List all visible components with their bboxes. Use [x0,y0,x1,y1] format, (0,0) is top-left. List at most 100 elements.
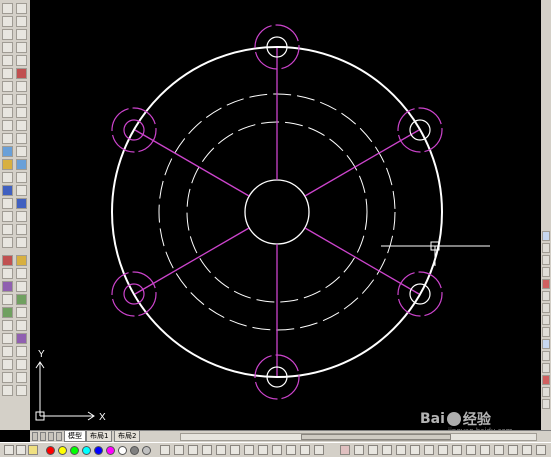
osnap-midpoint-button[interactable] [16,94,27,105]
snap-tool-button-2[interactable] [174,445,184,455]
color-tool-button-3[interactable] [28,445,38,455]
tab-first-arrow-icon[interactable] [32,432,38,441]
osnap-intersection-button[interactable] [16,107,27,118]
construction-line-button[interactable] [2,16,13,27]
circle-button[interactable] [2,81,13,92]
right-tool-button-8[interactable] [542,315,550,325]
fillet-button[interactable] [16,55,27,66]
right-tool-button-12[interactable] [542,363,550,373]
tab-model[interactable]: 模型 [64,431,86,442]
tab-next-arrow-icon[interactable] [48,432,54,441]
table-button[interactable] [2,224,13,235]
status-tool-button-14[interactable] [522,445,532,455]
status-tool-button-15[interactable] [536,445,546,455]
status-tool-button-5[interactable] [396,445,406,455]
horizontal-scrollbar-thumb[interactable] [301,434,451,440]
tab-prev-arrow-icon[interactable] [40,432,46,441]
color-tool-button-2[interactable] [16,445,26,455]
dim-baseline-button[interactable] [16,320,27,331]
snap-tool-button-10[interactable] [286,445,296,455]
spline-button[interactable] [2,107,13,118]
status-tool-button-13[interactable] [508,445,518,455]
mtext-button[interactable] [2,237,13,248]
drawing-canvas[interactable]: Y X [30,0,541,430]
array-button[interactable] [2,307,13,318]
dim-linear-button[interactable] [16,255,27,266]
snap-tool-button-11[interactable] [300,445,310,455]
right-tool-button-9[interactable] [542,327,550,337]
revcloud-button[interactable] [2,94,13,105]
dim-angular-button[interactable] [16,307,27,318]
chamfer-button[interactable] [16,42,27,53]
right-tool-button-14[interactable] [542,387,550,397]
tab-layout2[interactable]: 布局2 [114,431,141,442]
hatch-button[interactable] [2,185,13,196]
color-swatch-yellow[interactable] [58,446,67,455]
tab-layout1[interactable]: 布局1 [86,431,113,442]
copy-button[interactable] [2,268,13,279]
status-tool-button-3[interactable] [368,445,378,455]
rectangle-button[interactable] [2,55,13,66]
leader-button[interactable] [16,346,27,357]
status-tool-button-10[interactable] [466,445,476,455]
dim-aligned-button[interactable] [16,268,27,279]
status-tool-button-11[interactable] [480,445,490,455]
right-tool-button-10[interactable] [542,339,550,349]
offset-button[interactable] [2,294,13,305]
right-tool-button-1[interactable] [542,231,550,241]
line-tool-button[interactable] [2,3,13,14]
right-tool-button-5[interactable] [542,279,550,289]
snap-tool-button-1[interactable] [160,445,170,455]
color-swatch-white[interactable] [118,446,127,455]
break-at-point-button[interactable] [16,3,27,14]
status-tool-button-8[interactable] [438,445,448,455]
status-tool-button-6[interactable] [410,445,420,455]
explode-button[interactable] [16,68,27,79]
ellipse-arc-button[interactable] [2,133,13,144]
status-tool-button-7[interactable] [424,445,434,455]
snap-tool-button-12[interactable] [314,445,324,455]
color-swatch-blue[interactable] [94,446,103,455]
osnap-nearest-button[interactable] [16,211,27,222]
snap-tool-button-3[interactable] [188,445,198,455]
ellipse-button[interactable] [2,120,13,131]
osnap-quadrant-button[interactable] [16,133,27,144]
right-tool-button-3[interactable] [542,255,550,265]
osnap-endpoint-button[interactable] [16,81,27,92]
tolerance-button[interactable] [16,359,27,370]
status-tool-button-1[interactable] [340,445,350,455]
right-tool-button-13[interactable] [542,375,550,385]
dim-radius-button[interactable] [16,281,27,292]
right-tool-button-15[interactable] [542,399,550,409]
color-swatch-cyan[interactable] [82,446,91,455]
join-button[interactable] [16,29,27,40]
dim-continue-button[interactable] [16,333,27,344]
osnap-parallel-button[interactable] [16,172,27,183]
scale-button[interactable] [2,346,13,357]
mirror-button[interactable] [2,281,13,292]
snap-tool-button-4[interactable] [202,445,212,455]
tab-last-arrow-icon[interactable] [56,432,62,441]
right-tool-button-4[interactable] [542,267,550,277]
status-tool-button-2[interactable] [354,445,364,455]
osnap-perpendicular-button[interactable] [16,159,27,170]
color-swatch-lightgray[interactable] [142,446,151,455]
trim-button[interactable] [2,372,13,383]
gradient-button[interactable] [2,198,13,209]
break-button[interactable] [16,16,27,27]
osnap-none-button[interactable] [16,224,27,235]
center-mark-button[interactable] [16,372,27,383]
polygon-button[interactable] [2,42,13,53]
right-tool-button-11[interactable] [542,351,550,361]
snap-tool-button-6[interactable] [230,445,240,455]
right-tool-button-2[interactable] [542,243,550,253]
erase-button[interactable] [2,255,13,266]
horizontal-scrollbar[interactable] [180,433,537,441]
color-tool-button-1[interactable] [4,445,14,455]
color-swatch-gray[interactable] [130,446,139,455]
osnap-node-button[interactable] [16,198,27,209]
dim-diameter-button[interactable] [16,294,27,305]
extend-button[interactable] [2,385,13,396]
region-button[interactable] [2,211,13,222]
osnap-tangent-button[interactable] [16,146,27,157]
